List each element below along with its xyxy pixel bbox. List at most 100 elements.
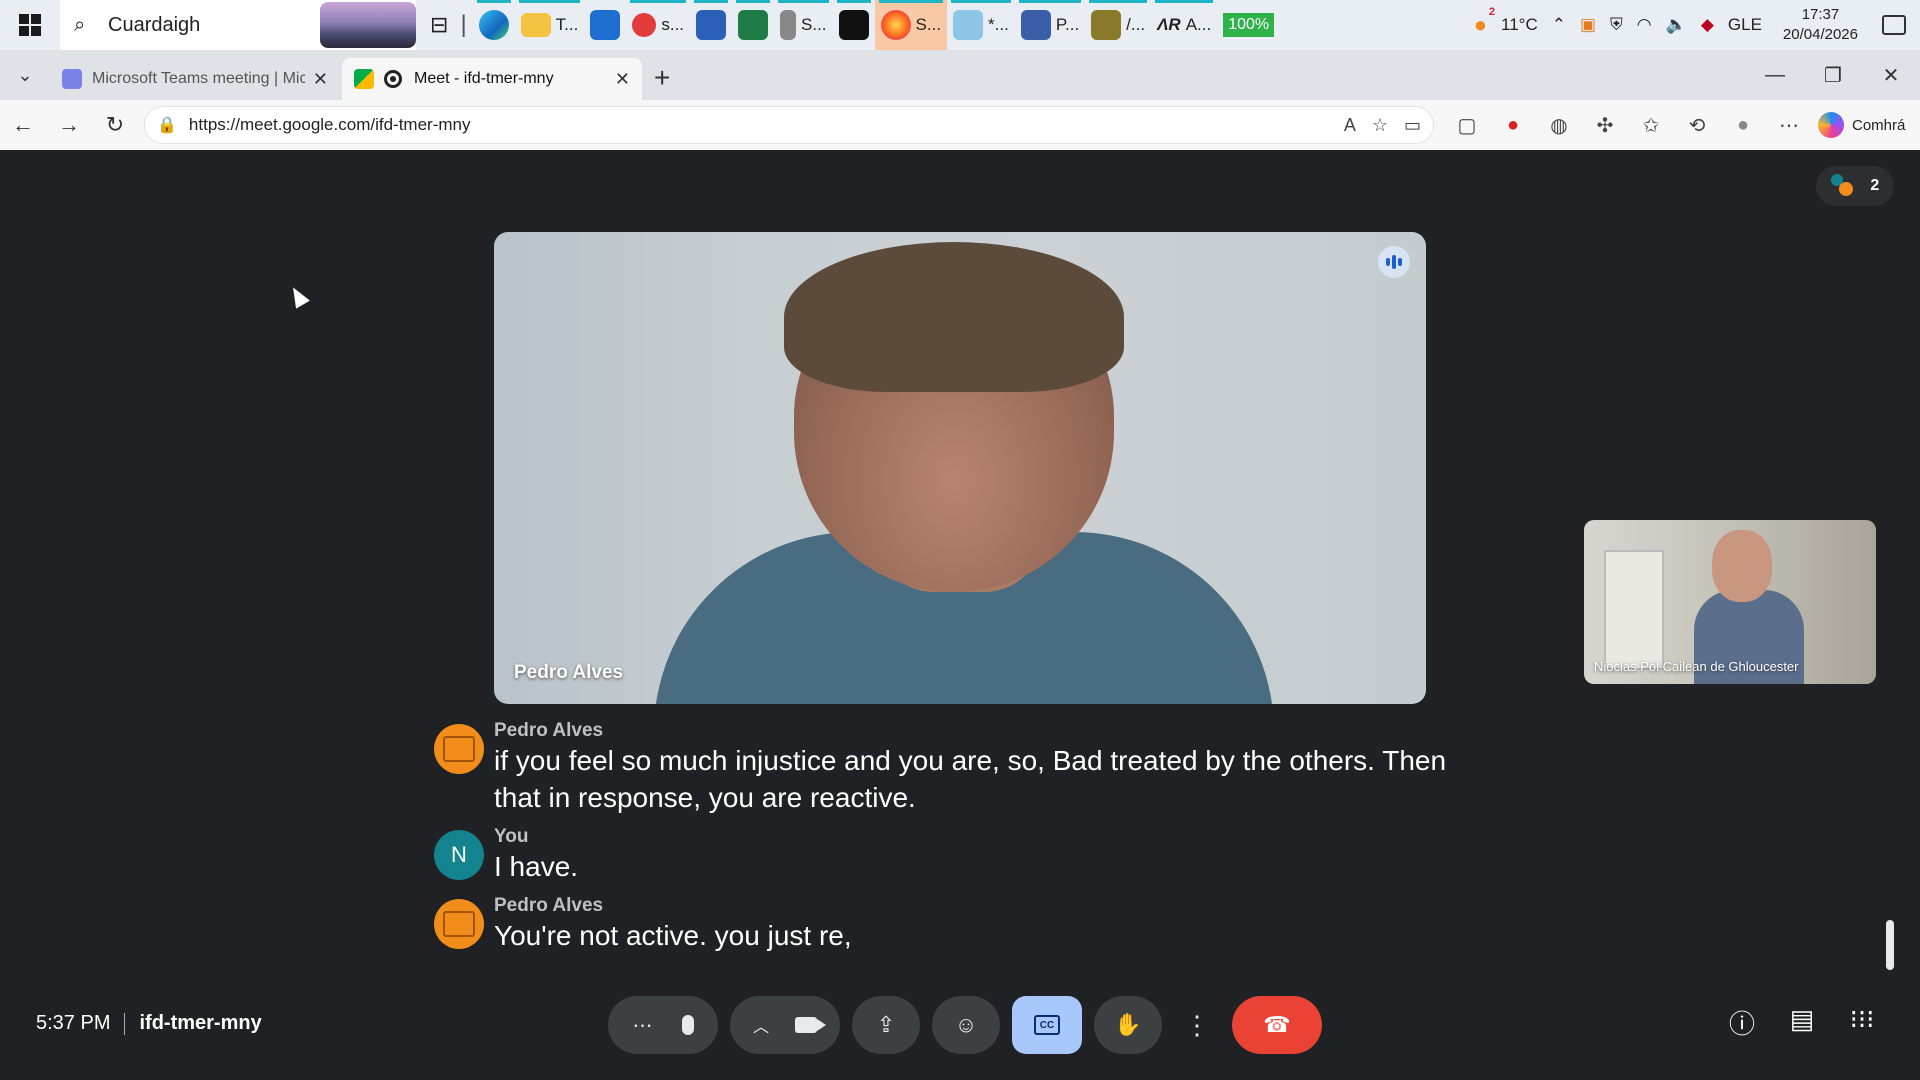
tab-teams[interactable]: Microsoft Teams meeting | Micros ✕ xyxy=(50,58,340,100)
caption-text: I have. xyxy=(494,851,579,882)
tab-actions-chevron-icon[interactable]: ⌄ xyxy=(0,50,50,100)
clock[interactable]: 17:37 20/04/2026 xyxy=(1783,5,1858,45)
profile-avatar-icon[interactable]: ● xyxy=(1720,114,1766,137)
participants-button[interactable]: 2 xyxy=(1816,166,1894,206)
dropbox-icon[interactable]: ◆ xyxy=(1701,15,1714,35)
taskbar-edge[interactable] xyxy=(473,0,515,50)
lock-icon[interactable]: 🔒 xyxy=(157,115,177,135)
temperature-label[interactable]: 11°C xyxy=(1501,15,1538,35)
taskbar-word[interactable] xyxy=(690,0,732,50)
weather-badge: 2 xyxy=(1488,6,1495,18)
present-screen-button[interactable]: ⇪ xyxy=(852,996,920,1054)
activities-icon[interactable]: ⁝⁝⁝ xyxy=(1832,1004,1892,1041)
captions-button[interactable]: CC xyxy=(1012,996,1082,1054)
taskbar-app-s[interactable]: s... xyxy=(626,0,690,50)
close-tab-icon[interactable]: ✕ xyxy=(313,69,328,90)
wifi-icon[interactable]: ◠ xyxy=(1637,15,1652,35)
taskbar-item-label: *... xyxy=(988,15,1009,34)
url-text[interactable]: https://meet.google.com/ifd-tmer-mny xyxy=(189,115,1328,135)
taskbar-firefox[interactable]: S... xyxy=(874,0,948,50)
back-icon[interactable]: ← xyxy=(0,112,46,138)
read-aloud-icon[interactable]: A xyxy=(1344,115,1356,136)
shield-icon[interactable]: ⛨ xyxy=(1610,15,1623,35)
app-icon xyxy=(632,13,657,37)
search-highlight-image xyxy=(320,2,416,48)
forward-icon[interactable]: → xyxy=(46,112,92,138)
meeting-code: ifd-tmer-mny xyxy=(139,1012,262,1034)
main-speaker-video[interactable]: Pedro Alves xyxy=(494,232,1426,704)
emoji-reactions-button[interactable]: ☺ xyxy=(932,996,1000,1054)
tray-app-icon[interactable]: ▣ xyxy=(1580,15,1596,35)
copilot-button[interactable]: Comhrá xyxy=(1818,112,1905,138)
extension-icon[interactable]: ◍ xyxy=(1536,113,1582,138)
caption-speaker: Pedro Alves xyxy=(494,895,604,916)
captions-scrollbar[interactable] xyxy=(1886,920,1894,970)
camera-permission-icon[interactable]: ▭ xyxy=(1404,115,1421,136)
tab-meet[interactable]: Meet - ifd-tmer-mny ✕ xyxy=(342,58,642,100)
taskbar-notepad[interactable]: *... xyxy=(947,0,1015,50)
main-speaker-name: Pedro Alves xyxy=(514,662,624,683)
start-button[interactable] xyxy=(0,0,60,50)
chevron-up-icon[interactable]: ⌃ xyxy=(1552,15,1566,35)
language-indicator[interactable]: GLE xyxy=(1728,15,1762,35)
search-icon: ⌕ xyxy=(74,13,86,36)
more-menu-icon[interactable]: ⋯ xyxy=(1766,113,1812,138)
speaker-avatar: N xyxy=(434,830,484,880)
taskbar-search[interactable]: ⌕ Cuardaigh xyxy=(60,0,416,50)
background-door xyxy=(1604,550,1664,670)
taskbar-file-explorer[interactable]: T... xyxy=(515,0,585,50)
minimize-icon[interactable]: — xyxy=(1746,64,1804,87)
reload-icon[interactable]: ↻ xyxy=(92,112,138,138)
extension-red-icon[interactable]: ● xyxy=(1490,114,1536,137)
taskbar-webex[interactable] xyxy=(833,0,875,50)
taskbar-microphone-app[interactable]: S... xyxy=(774,0,833,50)
meet-stage: 2 Pedro Alves Nioclás Pól Cailean de Ghl… xyxy=(6,152,1914,1076)
close-window-icon[interactable]: ✕ xyxy=(1862,63,1920,88)
close-tab-icon[interactable]: ✕ xyxy=(615,69,630,90)
video-options-chevron-icon[interactable]: ︿ xyxy=(753,1013,769,1037)
extensions-puzzle-icon[interactable]: ✣ xyxy=(1582,113,1628,138)
split-screen-icon[interactable]: ▢ xyxy=(1444,113,1490,138)
history-icon[interactable]: ⟲ xyxy=(1674,113,1720,138)
windows-taskbar: ⌕ Cuardaigh ⊟ | T... s... S... S... *...… xyxy=(0,0,1920,50)
meeting-details-icon[interactable]: ⓘ xyxy=(1712,1004,1772,1041)
microphone-control: ⋯ xyxy=(608,996,718,1054)
address-bar[interactable]: 🔒 https://meet.google.com/ifd-tmer-mny A… xyxy=(144,106,1434,144)
battery-indicator[interactable]: 100% xyxy=(1217,0,1280,50)
windows-logo-icon xyxy=(19,14,41,36)
more-options-button[interactable]: ⋮ xyxy=(1174,996,1220,1054)
taskbar-item-label: A... xyxy=(1185,15,1212,34)
microphone-icon[interactable] xyxy=(681,1015,694,1035)
favorites-icon[interactable]: ✩ xyxy=(1628,113,1674,138)
favorite-star-icon[interactable]: ☆ xyxy=(1372,115,1388,136)
weather-icon[interactable]: ● 2 xyxy=(1474,6,1495,38)
chat-icon[interactable]: ▤ xyxy=(1772,1004,1832,1041)
camera-icon[interactable] xyxy=(794,1017,826,1033)
caption-speaker: You xyxy=(494,826,529,847)
taskbar-m-app[interactable]: /... xyxy=(1085,0,1151,50)
mouse-cursor xyxy=(286,283,310,309)
meeting-time: 5:37 PM xyxy=(36,1012,111,1034)
task-view-button[interactable]: ⊟ xyxy=(424,0,454,50)
raise-hand-button[interactable]: ✋ xyxy=(1094,996,1162,1054)
taskbar-item-label: S... xyxy=(915,15,942,34)
taskbar-excel[interactable] xyxy=(732,0,774,50)
audio-options-icon[interactable]: ⋯ xyxy=(633,1013,653,1038)
taskbar-item-label: /... xyxy=(1126,15,1146,34)
volume-icon[interactable]: 🔈 xyxy=(1666,15,1687,35)
taskbar-remote-desktop[interactable]: P... xyxy=(1015,0,1085,50)
taskbar-store[interactable] xyxy=(584,0,626,50)
caption-entry: Pedro Alves if you feel so much injustic… xyxy=(434,720,1454,816)
caption-entry: N You I have. xyxy=(434,826,1454,885)
edge-icon xyxy=(478,10,509,40)
restore-icon[interactable]: ❐ xyxy=(1804,63,1862,88)
notifications-icon[interactable] xyxy=(1882,15,1906,35)
taskbar-divider: | xyxy=(460,11,467,38)
participants-avatars-icon xyxy=(1830,174,1857,198)
taskbar-ar-app[interactable]: ΛR A... xyxy=(1151,0,1217,50)
self-video-tile[interactable]: Nioclás Pól Cailean de Ghloucester xyxy=(1584,520,1876,684)
speaking-indicator-icon xyxy=(1378,246,1410,278)
participant-count: 2 xyxy=(1870,177,1880,194)
leave-call-button[interactable]: ☎ xyxy=(1232,996,1322,1054)
new-tab-button[interactable]: + xyxy=(654,58,670,100)
